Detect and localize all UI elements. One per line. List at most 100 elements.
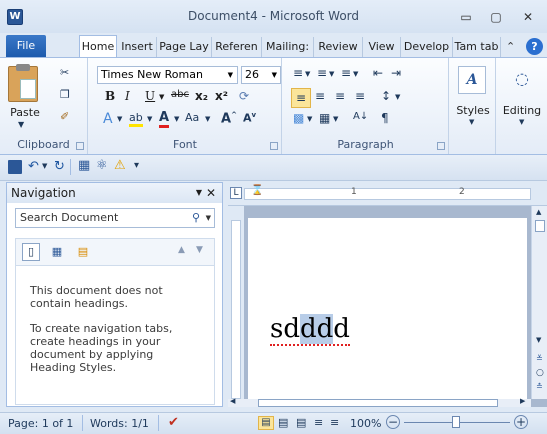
multilevel-list-icon[interactable]: ≡	[341, 66, 351, 80]
multilevel-dropdown-icon[interactable]: ▼	[353, 70, 358, 78]
tab-references[interactable]: Referen	[212, 37, 262, 57]
undo-icon[interactable]: ↶	[28, 159, 39, 174]
tab-file[interactable]: File	[6, 35, 46, 57]
zoom-slider-thumb[interactable]	[452, 416, 460, 428]
nav-options-icon[interactable]: ▼	[196, 183, 202, 203]
align-left-icon[interactable]: ≡	[291, 88, 311, 108]
horizontal-scrollbar[interactable]: ◀ ▶	[228, 397, 531, 407]
vertical-ruler[interactable]	[228, 206, 244, 399]
center-icon[interactable]: ≡	[315, 89, 325, 103]
text-effects-icon[interactable]: A	[103, 111, 113, 127]
tab-selector-icon[interactable]: L	[230, 187, 242, 199]
line-spacing-dropdown-icon[interactable]: ▼	[395, 93, 400, 101]
clipboard-launcher-icon[interactable]	[76, 142, 84, 150]
font-color-dropdown-icon[interactable]: ▼	[174, 115, 179, 123]
search-document-input[interactable]: Search Document ⚲ ▼	[15, 208, 215, 228]
tab-developer[interactable]: Develop	[401, 37, 453, 57]
justify-icon[interactable]: ≡	[355, 89, 365, 103]
paste-button[interactable]: Paste	[5, 106, 45, 119]
highlight-dropdown-icon[interactable]: ▼	[147, 115, 152, 123]
styles-icon[interactable]: A	[458, 66, 486, 94]
numbering-dropdown-icon[interactable]: ▼	[329, 70, 334, 78]
decrease-indent-icon[interactable]: ⇤	[373, 66, 383, 80]
bullets-icon[interactable]: ≡	[293, 66, 303, 80]
document-text[interactable]: sdddd	[270, 314, 350, 346]
cut-icon[interactable]: ✂	[60, 64, 69, 82]
tab-home[interactable]: Home	[79, 35, 117, 58]
close-button[interactable]: ✕	[517, 8, 539, 26]
collapse-ribbon-icon[interactable]: ⌃	[506, 40, 515, 53]
draw-icon[interactable]: ⚛	[96, 158, 108, 173]
minimize-button[interactable]: ▭	[455, 8, 477, 26]
highlight-icon[interactable]: ab	[129, 111, 143, 127]
font-name-combo[interactable]: Times New Roman ▼	[97, 66, 238, 84]
superscript-icon[interactable]: x²	[215, 89, 228, 103]
outline-icon[interactable]: ≡	[314, 416, 323, 429]
find-binoculars-icon[interactable]: ◌	[509, 66, 535, 92]
paste-dropdown-icon[interactable]: ▼	[18, 120, 24, 129]
next-heading-icon[interactable]: ▼	[196, 245, 203, 255]
tab-tam[interactable]: Tam tab	[453, 37, 501, 57]
font-launcher-icon[interactable]	[270, 142, 278, 150]
customize-qat-icon[interactable]: ▾	[134, 160, 139, 171]
styles-dropdown-icon[interactable]: ▼	[469, 118, 474, 126]
browse-object-icon[interactable]: ○	[536, 368, 544, 378]
save-icon[interactable]	[8, 160, 22, 174]
tab-view[interactable]: View	[363, 37, 401, 57]
hscroll-thumb[interactable]	[258, 399, 498, 407]
subscript-icon[interactable]: x₂	[195, 89, 208, 103]
zoom-out-icon[interactable]: −	[386, 415, 400, 429]
scroll-left-icon[interactable]: ◀	[230, 397, 235, 405]
undo-dropdown-icon[interactable]: ▼	[42, 162, 47, 170]
help-icon[interactable]: ?	[526, 38, 543, 55]
paragraph-launcher-icon[interactable]	[437, 142, 445, 150]
editing-button[interactable]: Editing	[499, 104, 545, 117]
line-spacing-icon[interactable]: ↕	[381, 89, 391, 103]
horizontal-ruler[interactable]: L ⌛ 1 2	[228, 182, 547, 206]
tab-headings-icon[interactable]: ▯	[22, 243, 40, 261]
underline-dropdown-icon[interactable]: ▼	[159, 93, 164, 101]
scroll-down-icon[interactable]: ▼	[536, 336, 541, 344]
restore-button[interactable]: ▢	[485, 8, 507, 26]
warning-icon[interactable]: ⚠	[114, 158, 126, 173]
borders-dropdown-icon[interactable]: ▼	[333, 115, 338, 123]
show-marks-icon[interactable]: ¶	[381, 111, 389, 125]
italic-button[interactable]: I	[125, 89, 130, 103]
font-size-combo[interactable]: 26 ▼	[241, 66, 281, 84]
borders-icon[interactable]: ▦	[319, 111, 330, 125]
bold-button[interactable]: B	[105, 89, 115, 103]
shading-icon[interactable]: ▩	[293, 111, 304, 125]
tab-insert[interactable]: Insert	[118, 37, 157, 57]
copy-icon[interactable]: ❐	[60, 86, 70, 104]
align-right-icon[interactable]: ≡	[335, 89, 345, 103]
draft-icon[interactable]: ≡	[330, 416, 339, 429]
previous-heading-icon[interactable]: ▲	[178, 245, 185, 255]
nav-close-icon[interactable]: ✕	[206, 183, 216, 203]
text-effects-dropdown-icon[interactable]: ▼	[117, 115, 122, 123]
change-case-dropdown-icon[interactable]: ▼	[205, 115, 210, 123]
redo-icon[interactable]: ↻	[54, 159, 65, 174]
tab-review[interactable]: Review	[314, 37, 363, 57]
table-grid-icon[interactable]: ▦	[78, 158, 90, 173]
shrink-font-icon[interactable]: Av	[243, 111, 256, 125]
bullets-dropdown-icon[interactable]: ▼	[305, 70, 310, 78]
scroll-thumb[interactable]	[535, 220, 545, 232]
underline-button[interactable]: U	[145, 89, 155, 103]
strikethrough-icon[interactable]: abc	[171, 89, 189, 100]
scroll-right-icon[interactable]: ▶	[520, 397, 525, 405]
sort-icon[interactable]: A↓	[353, 111, 368, 122]
editing-dropdown-icon[interactable]: ▼	[519, 118, 524, 126]
indent-marker-icon[interactable]: ⌛	[251, 185, 263, 196]
document-page[interactable]: sdddd	[248, 218, 527, 399]
zoom-in-icon[interactable]: +	[514, 415, 528, 429]
paste-icon[interactable]	[8, 64, 38, 102]
full-screen-reading-icon[interactable]: ▤	[278, 416, 288, 429]
change-case-button[interactable]: Aa	[185, 111, 199, 124]
vertical-scrollbar[interactable]: ▲ ▼ ≚ ○ ≛	[531, 206, 547, 399]
styles-button[interactable]: Styles	[452, 104, 494, 117]
previous-page-icon[interactable]: ≚	[536, 354, 543, 363]
search-dropdown-icon[interactable]: ▼	[206, 209, 211, 227]
word-count[interactable]: Words: 1/1	[90, 417, 149, 430]
tab-results-icon[interactable]: ▤	[74, 243, 92, 261]
web-layout-icon[interactable]: ▤	[296, 416, 306, 429]
